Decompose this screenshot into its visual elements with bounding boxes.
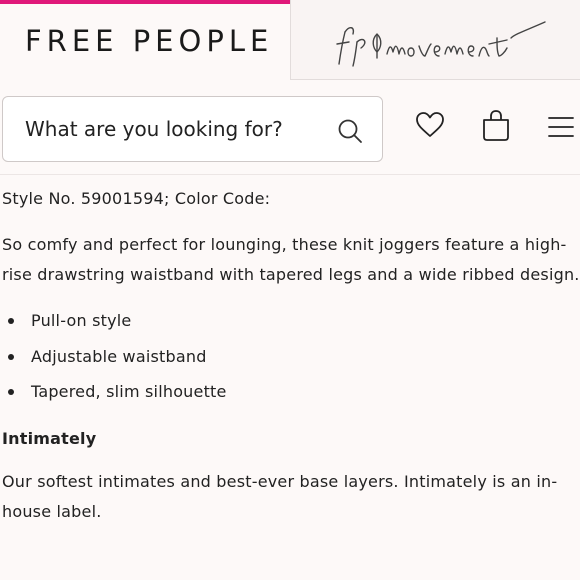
- product-details: Style No. 59001594; Color Code: So comfy…: [2, 187, 580, 526]
- bullet-icon: [8, 318, 14, 324]
- heart-icon[interactable]: [414, 109, 446, 141]
- feature-list: Pull-on style Adjustable waistband Taper…: [2, 309, 580, 404]
- bullet-icon: [8, 353, 14, 360]
- fp-movement-logo: [336, 21, 546, 67]
- product-description: So comfy and perfect for lounging, these…: [2, 235, 580, 284]
- label-title: Intimately: [2, 429, 97, 448]
- search-input[interactable]: [25, 111, 325, 147]
- search-box: [2, 96, 383, 162]
- search-icon[interactable]: [336, 117, 364, 145]
- bag-icon[interactable]: [480, 108, 512, 142]
- feature-text: Tapered, slim silhouette: [31, 382, 227, 401]
- feature-text: Pull-on style: [31, 311, 132, 330]
- menu-icon[interactable]: [548, 116, 574, 138]
- page: FREE PEOPLE What are you looking for? St…: [0, 0, 580, 580]
- brand-tabs: FREE PEOPLE: [0, 0, 580, 80]
- list-item: Adjustable waistband: [2, 345, 580, 369]
- bullet-icon: [8, 389, 14, 395]
- free-people-logo: FREE PEOPLE: [25, 24, 274, 58]
- feature-text: Adjustable waistband: [31, 346, 207, 366]
- tab-fp-movement[interactable]: [290, 0, 580, 80]
- list-item: Pull-on style: [2, 309, 580, 333]
- list-item: Tapered, slim silhouette: [2, 380, 580, 404]
- tab-free-people[interactable]: FREE PEOPLE: [0, 0, 291, 80]
- label-description: Our softest intimates and best-ever base…: [2, 472, 558, 521]
- style-number: Style No. 59001594; Color Code:: [2, 189, 271, 208]
